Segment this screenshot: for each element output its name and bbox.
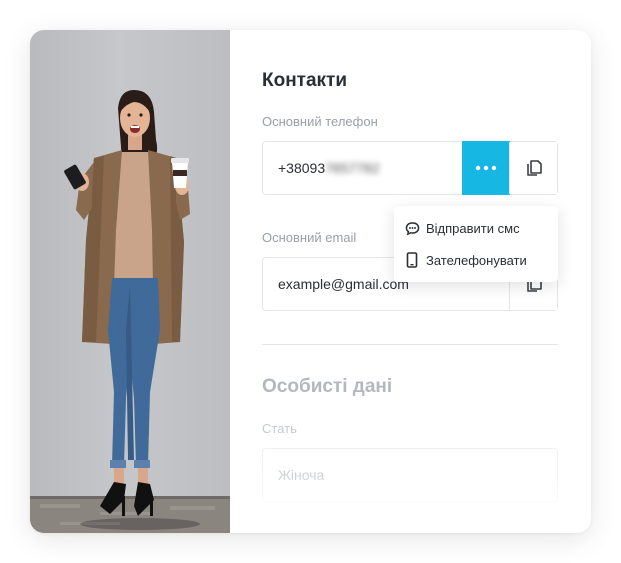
phone-prefix: +38093 [278,160,326,176]
actions-dropdown: Відправити смс Зателефонувати [394,206,558,282]
gender-field[interactable]: Жіноча [262,448,558,502]
woman-illustration [30,90,230,533]
more-actions-button[interactable] [462,141,510,195]
gender-label: Стать [262,421,297,436]
phone-field[interactable]: +380937657782 [262,141,558,195]
copy-icon [526,160,542,176]
profile-card: Контакти Основний телефон +380937657782 [30,30,591,533]
copy-phone-button[interactable] [509,142,557,194]
phone-value: +380937657782 [278,160,380,176]
menu-item-label: Зателефонувати [426,252,527,268]
phone-label: Основний телефон [262,114,378,129]
section-divider [262,344,558,345]
dots-horizontal-icon [475,165,497,171]
personal-title: Особисті дані [262,376,393,397]
email-value: example@gmail.com [278,276,409,292]
gender-value: Жіноча [278,467,325,483]
menu-item-send-sms[interactable]: Відправити смс [394,212,558,244]
content-panel: Контакти Основний телефон +380937657782 [230,30,591,533]
email-label: Основний email [262,230,357,245]
chat-bubble-icon [404,220,420,236]
profile-photo [30,30,230,533]
stage: Контакти Основний телефон +380937657782 [0,0,621,563]
phone-hidden-digits: 7657782 [325,160,380,176]
menu-item-call[interactable]: Зателефонувати [394,244,558,276]
contacts-title: Контакти [262,70,348,91]
mobile-phone-icon [404,252,420,268]
menu-item-label: Відправити смс [426,220,520,236]
